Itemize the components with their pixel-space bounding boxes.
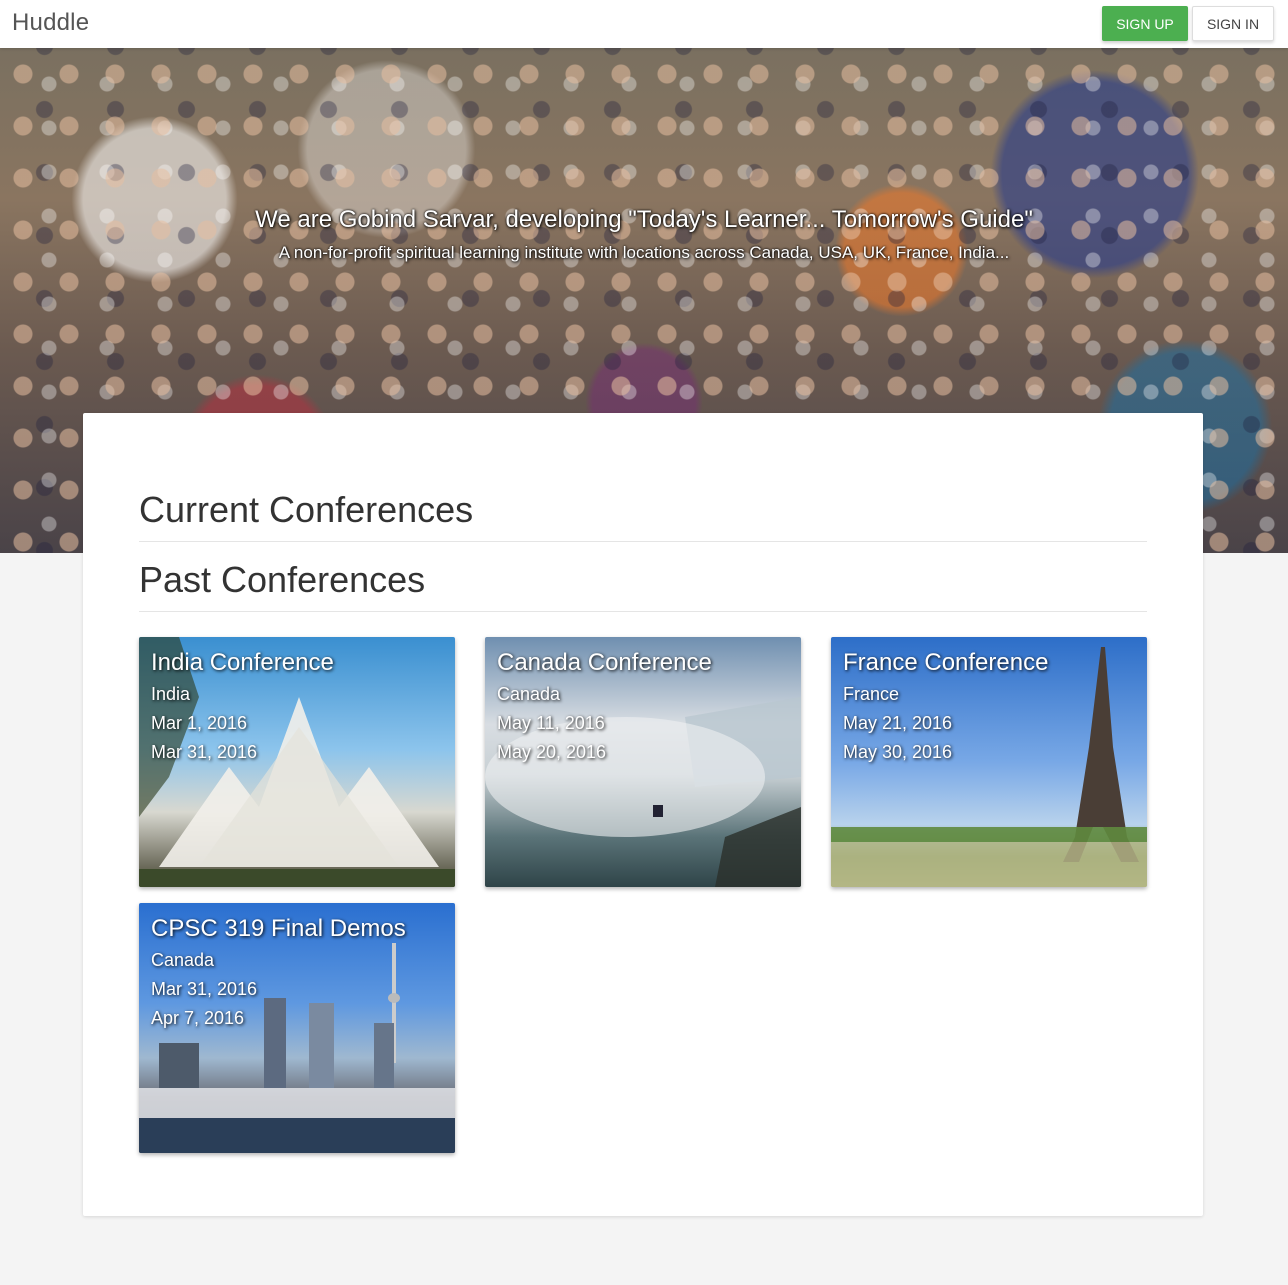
brand-logo[interactable]: Huddle	[12, 9, 89, 37]
conference-card-canada[interactable]: Canada Conference Canada May 11, 2016 Ma…	[485, 637, 801, 887]
conference-name: India Conference	[151, 649, 334, 676]
hero-subtitle: A non-for-profit spiritual learning inst…	[278, 243, 1010, 262]
conference-start-date: Mar 31, 2016	[151, 979, 258, 999]
conference-start-date: May 21, 2016	[843, 713, 953, 733]
conference-country: France	[843, 684, 900, 704]
conference-start-date: Mar 1, 2016	[151, 713, 248, 733]
conference-card-cpsc[interactable]: CPSC 319 Final Demos Canada Mar 31, 2016…	[139, 903, 455, 1153]
conference-country: Canada	[497, 684, 561, 704]
signup-button[interactable]: SIGN UP	[1102, 6, 1188, 41]
conference-end-date: May 30, 2016	[843, 742, 953, 762]
past-conferences-heading: Past Conferences	[139, 559, 1147, 612]
conference-name: France Conference	[843, 649, 1049, 676]
conference-card-india[interactable]: India Conference India Mar 1, 2016 Mar 3…	[139, 637, 455, 887]
conference-country: Canada	[151, 950, 215, 970]
conference-end-date: Mar 31, 2016	[151, 742, 258, 762]
hero-title: We are Gobind Sarvar, developing "Today'…	[255, 206, 1033, 233]
current-conferences-heading: Current Conferences	[139, 489, 1147, 542]
conference-end-date: May 20, 2016	[497, 742, 607, 762]
conference-card-france[interactable]: France Conference France May 21, 2016 Ma…	[831, 637, 1147, 887]
top-navbar: Huddle SIGN UP SIGN IN	[0, 0, 1288, 48]
signin-button[interactable]: SIGN IN	[1192, 6, 1274, 41]
conference-name: Canada Conference	[497, 649, 712, 676]
conference-name: CPSC 319 Final Demos	[151, 915, 406, 942]
conference-start-date: May 11, 2016	[497, 713, 605, 733]
conferences-panel: Current Conferences Past Conferences Ind…	[83, 413, 1203, 1216]
conference-end-date: Apr 7, 2016	[151, 1008, 245, 1028]
conference-country: India	[151, 684, 191, 704]
